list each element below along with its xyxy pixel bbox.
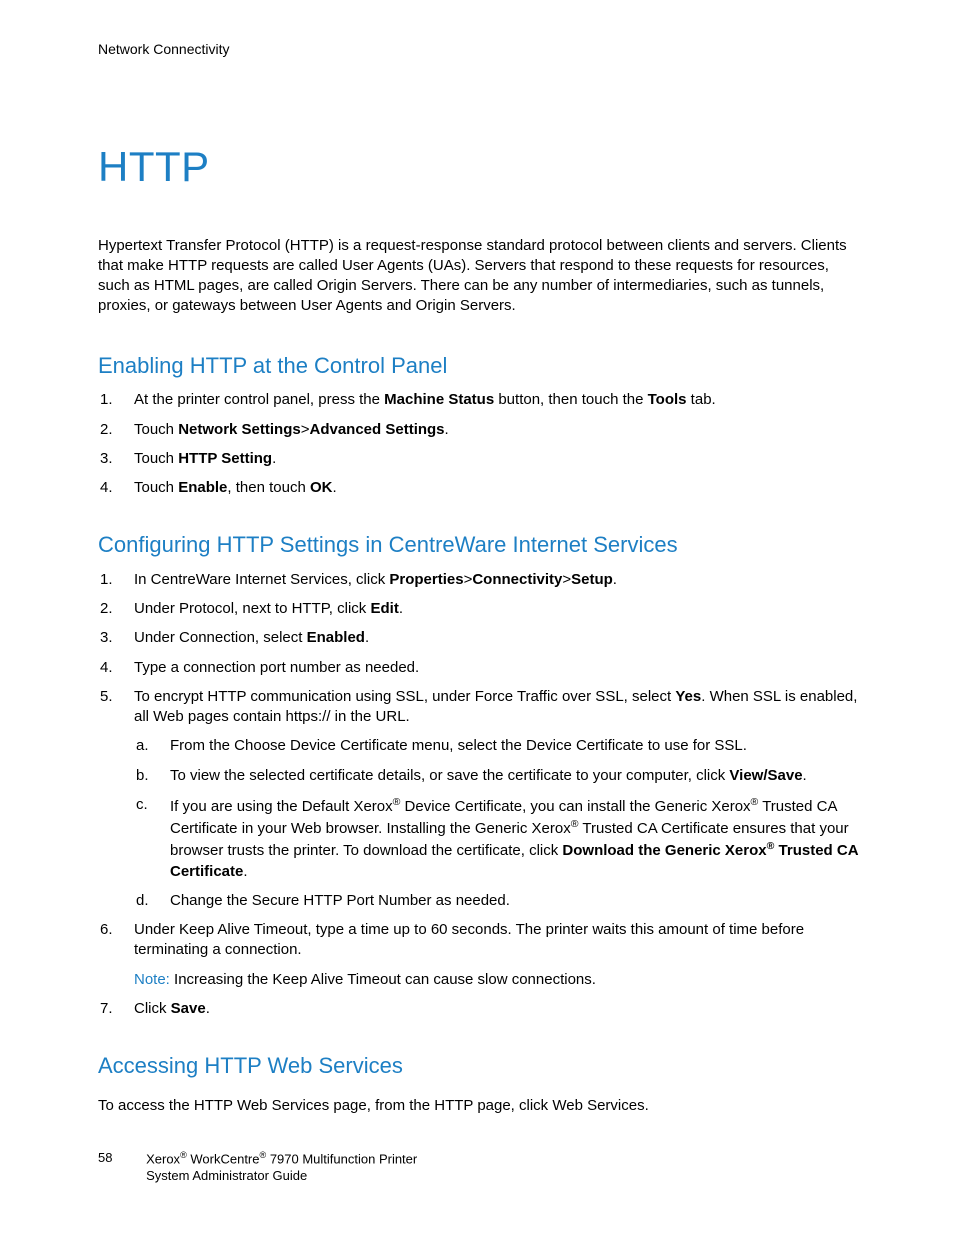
step-text: Click — [134, 1000, 171, 1017]
step-number: 3. — [100, 628, 113, 648]
note-label: Note: — [134, 971, 170, 988]
list-item: 2. Under Protocol, next to HTTP, click E… — [98, 599, 862, 619]
step-text: . — [243, 863, 247, 880]
step-text: . — [365, 629, 369, 646]
list-item: 4. Touch Enable, then touch OK. — [98, 478, 862, 498]
bold-text: Enabled — [307, 629, 365, 646]
step-number: 7. — [100, 999, 113, 1019]
step-text: Touch — [134, 421, 178, 438]
step-text: Type a connection port number as needed. — [134, 659, 419, 676]
step-text: tab. — [687, 391, 716, 408]
step-number: 2. — [100, 599, 113, 619]
list-item: a. From the Choose Device Certificate me… — [134, 736, 862, 756]
note-text: Increasing the Keep Alive Timeout can ca… — [170, 971, 596, 988]
step-number: 4. — [100, 478, 113, 498]
step-text: . — [803, 767, 807, 784]
list-item: 4. Type a connection port number as need… — [98, 658, 862, 678]
step-number: 4. — [100, 658, 113, 678]
step-text: button, then touch the — [494, 391, 647, 408]
bold-text: Setup — [571, 571, 613, 588]
bold-text: Tools — [648, 391, 687, 408]
page-number: 58 — [98, 1149, 112, 1167]
list-item: b. To view the selected certificate deta… — [134, 766, 862, 786]
section-heading-enabling: Enabling HTTP at the Control Panel — [98, 351, 862, 381]
step-text: From the Choose Device Certificate menu,… — [170, 737, 747, 754]
sub-steps: a. From the Choose Device Certificate me… — [134, 736, 862, 911]
registered-mark: ® — [180, 1150, 187, 1160]
bold-text: Machine Status — [384, 391, 494, 408]
footer-text: Xerox® WorkCentre® 7970 Multifunction Pr… — [146, 1149, 417, 1185]
step-number: 6. — [100, 920, 113, 940]
bold-text: Save — [171, 1000, 206, 1017]
step-text: . — [272, 450, 276, 467]
step-text: At the printer control panel, press the — [134, 391, 384, 408]
step-text: . — [332, 479, 336, 496]
bold-text: Advanced Settings — [310, 421, 445, 438]
list-item: 3. Under Connection, select Enabled. — [98, 628, 862, 648]
step-text: Under Connection, select — [134, 629, 307, 646]
step-letter: a. — [136, 736, 149, 756]
step-text: . — [399, 600, 403, 617]
bold-text: Edit — [370, 600, 398, 617]
enabling-steps: 1. At the printer control panel, press t… — [98, 390, 862, 498]
section-text: To access the HTTP Web Services page, fr… — [98, 1096, 862, 1116]
bold-text: Enable — [178, 479, 227, 496]
step-text: To encrypt HTTP communication using SSL,… — [134, 688, 675, 705]
step-number: 1. — [100, 570, 113, 590]
bold-text: HTTP Setting — [178, 450, 272, 467]
registered-mark: ® — [571, 818, 579, 830]
bold-text: Connectivity — [472, 571, 562, 588]
step-text: . — [613, 571, 617, 588]
section-heading-configuring: Configuring HTTP Settings in CentreWare … — [98, 530, 862, 560]
list-item: 2. Touch Network Settings>Advanced Setti… — [98, 420, 862, 440]
step-letter: d. — [136, 891, 149, 911]
page-title: HTTP — [98, 139, 862, 196]
step-text: Under Protocol, next to HTTP, click — [134, 600, 370, 617]
step-text: If you are using the Default Xerox — [170, 798, 393, 815]
step-letter: c. — [136, 795, 148, 815]
step-number: 3. — [100, 449, 113, 469]
step-text: Device Certificate, you can install the … — [400, 798, 750, 815]
running-header: Network Connectivity — [98, 40, 862, 59]
page-footer: 58 Xerox® WorkCentre® 7970 Multifunction… — [98, 1149, 417, 1185]
step-text: Under Keep Alive Timeout, type a time up… — [134, 921, 804, 958]
list-item: d. Change the Secure HTTP Port Number as… — [134, 891, 862, 911]
bold-text: Network Settings — [178, 421, 301, 438]
step-number: 2. — [100, 420, 113, 440]
step-text: Change the Secure HTTP Port Number as ne… — [170, 892, 510, 909]
configuring-steps: 1. In CentreWare Internet Services, clic… — [98, 570, 862, 1019]
bold-text: Yes — [675, 688, 701, 705]
intro-paragraph: Hypertext Transfer Protocol (HTTP) is a … — [98, 236, 862, 317]
list-item: 3. Touch HTTP Setting. — [98, 449, 862, 469]
step-letter: b. — [136, 766, 149, 786]
step-number: 1. — [100, 390, 113, 410]
list-item: 1. At the printer control panel, press t… — [98, 390, 862, 410]
step-text: In CentreWare Internet Services, click — [134, 571, 389, 588]
step-text: Touch — [134, 479, 178, 496]
list-item: 1. In CentreWare Internet Services, clic… — [98, 570, 862, 590]
bold-text: View/Save — [729, 767, 802, 784]
step-text: Touch — [134, 450, 178, 467]
bold-text: OK — [310, 479, 333, 496]
step-text: . — [445, 421, 449, 438]
list-item: 6. Under Keep Alive Timeout, type a time… — [98, 920, 862, 990]
list-item: 7. Click Save. — [98, 999, 862, 1019]
step-text: > — [301, 421, 310, 438]
section-heading-accessing: Accessing HTTP Web Services — [98, 1051, 862, 1081]
note: Note: Increasing the Keep Alive Timeout … — [134, 970, 862, 990]
step-text: , then touch — [227, 479, 310, 496]
step-number: 5. — [100, 687, 113, 707]
bold-text: Properties — [389, 571, 463, 588]
step-text: > — [562, 571, 571, 588]
step-text: To view the selected certificate details… — [170, 767, 729, 784]
list-item: c. If you are using the Default Xerox ® D… — [134, 795, 862, 882]
list-item: 5. To encrypt HTTP communication using S… — [98, 687, 862, 911]
step-text: . — [206, 1000, 210, 1017]
